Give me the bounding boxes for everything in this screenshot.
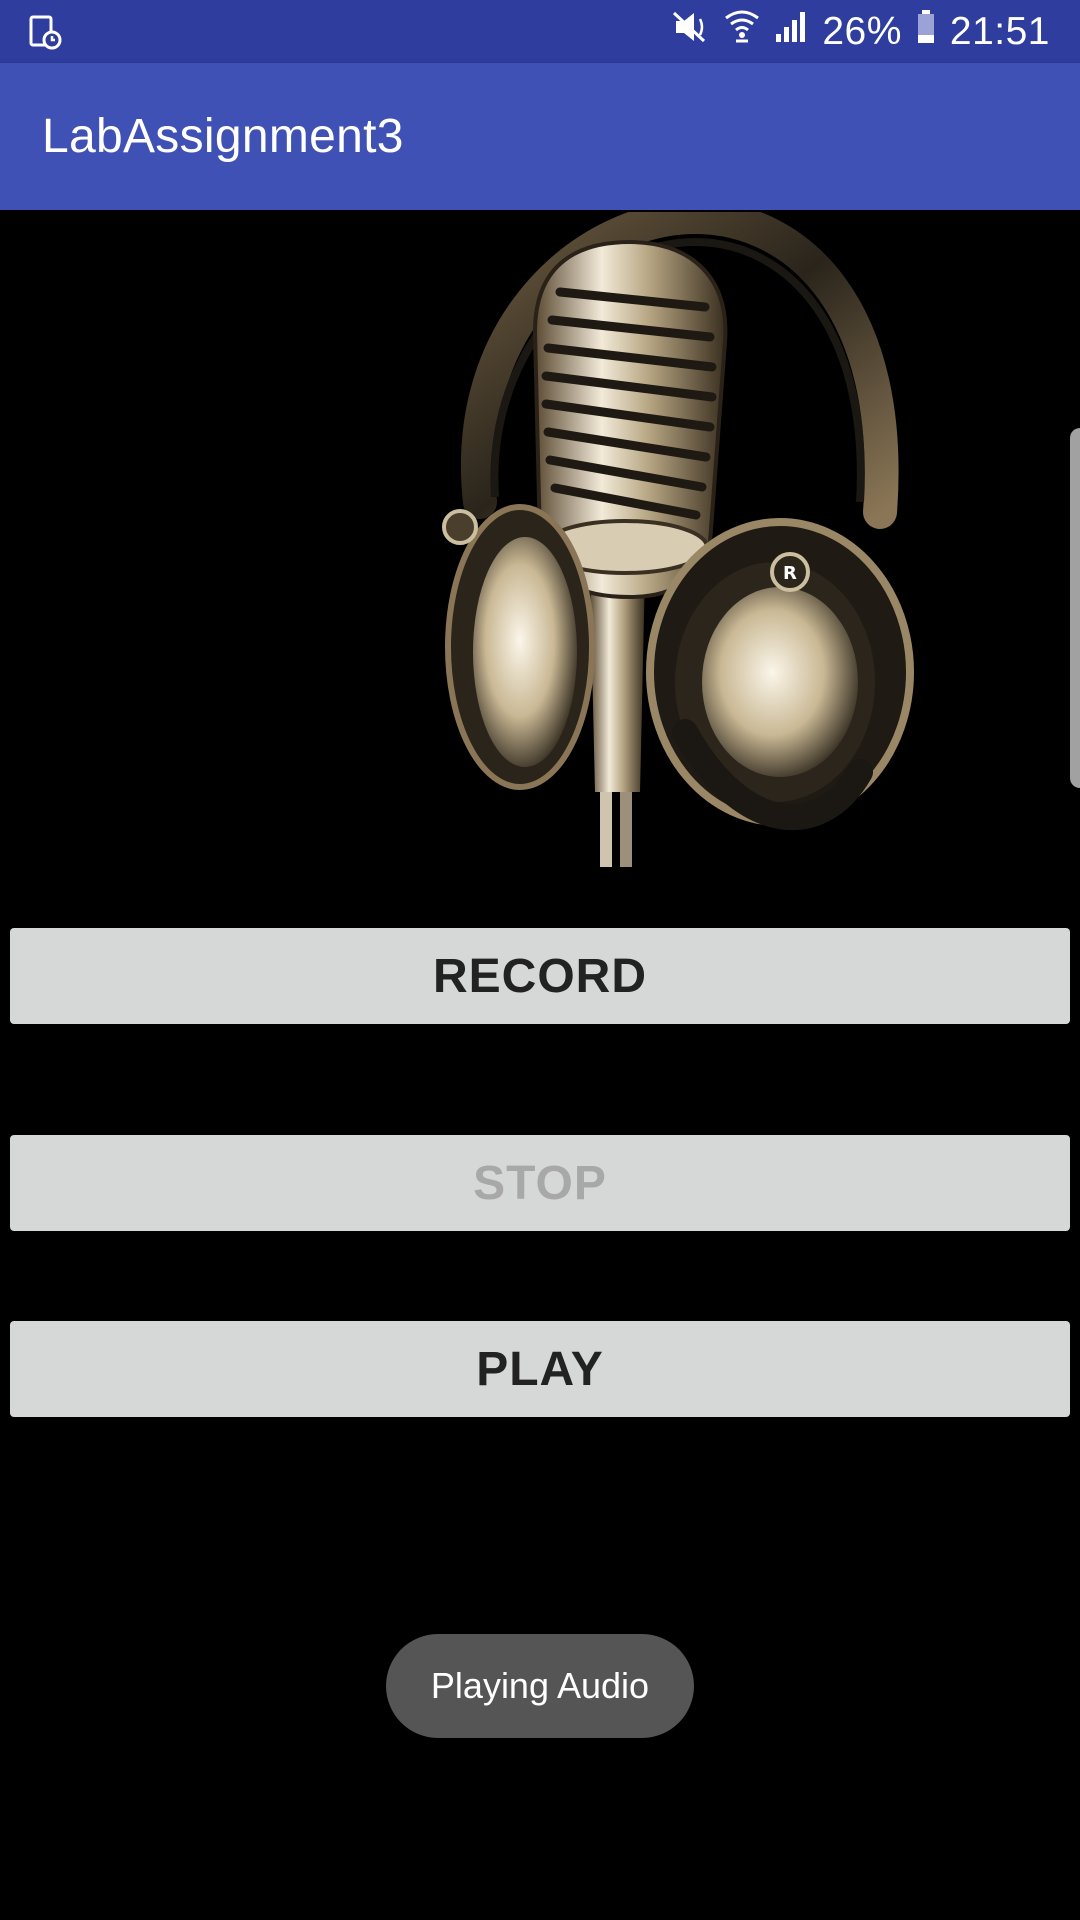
signal-icon [774,10,808,54]
stop-button: STOP [10,1135,1070,1231]
toast-message: Playing Audio [386,1634,694,1738]
app-bar: LabAssignment3 [0,63,1080,210]
battery-percent: 26% [822,9,902,53]
microphone-headphones-image: R [440,199,920,867]
edge-panel-handle[interactable] [1070,428,1080,788]
record-button[interactable]: RECORD [10,928,1070,1024]
battery-icon [916,9,936,55]
play-button[interactable]: PLAY [10,1321,1070,1417]
svg-text:R: R [783,563,797,584]
app-title: LabAssignment3 [42,110,404,163]
status-icons: 26% 21:51 [670,0,1050,63]
wifi-icon [724,8,760,56]
clock: 21:51 [949,9,1050,53]
app-screen: 26% 21:51 LabAssignment3 R RECORD STOP P… [0,0,1080,1920]
vibrate-mute-icon [670,9,710,55]
status-bar: 26% 21:51 [0,0,1080,63]
screen-recorder-icon [28,14,64,50]
